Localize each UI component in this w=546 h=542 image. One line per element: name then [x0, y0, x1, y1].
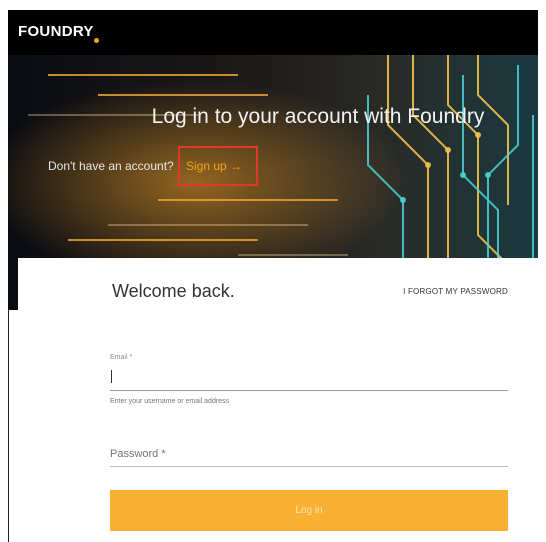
forgot-password-link[interactable]: I FORGOT MY PASSWORD	[403, 287, 508, 296]
foundry-logo[interactable]: FOUNDRY	[18, 23, 94, 40]
password-input[interactable]	[110, 442, 508, 467]
email-input[interactable]	[110, 366, 508, 391]
top-navigation-bar: FOUNDRY	[8, 10, 538, 55]
email-help-text: Enter your username or email address	[110, 398, 230, 405]
hero-title: Log in to your account with Foundry	[151, 105, 485, 128]
login-button[interactable]: Log in	[110, 490, 508, 531]
logo-dot-icon	[94, 38, 99, 43]
email-label: Email *	[110, 354, 133, 361]
signup-prompt: Don't have an account?	[48, 159, 174, 173]
text-caret	[111, 370, 112, 383]
welcome-heading: Welcome back.	[112, 281, 235, 301]
sign-up-link[interactable]: Sign up →	[178, 146, 258, 186]
login-card: Welcome back. I FORGOT MY PASSWORD Email…	[18, 258, 538, 542]
frame-border	[8, 310, 9, 542]
